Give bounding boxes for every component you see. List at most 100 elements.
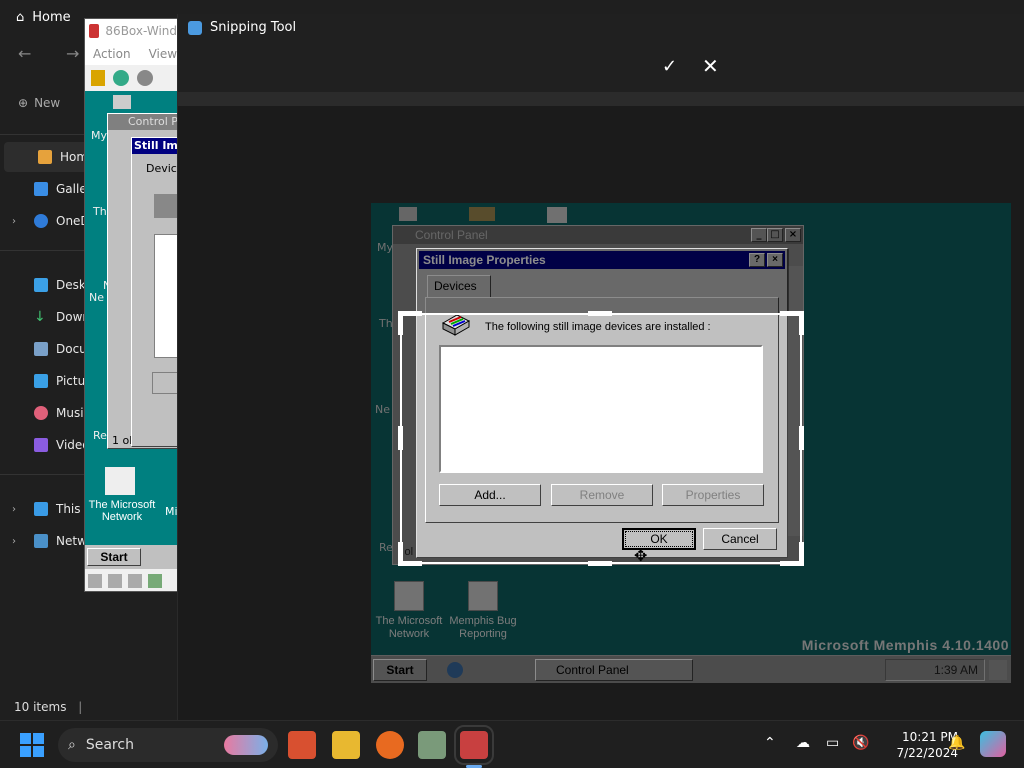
captured-vm-screen[interactable]: My Th Ne R Re Control Panel _ □ × l ol T… <box>371 203 1011 683</box>
network-off-icon[interactable]: ☁ <box>796 735 810 751</box>
sidebar-item-this-pc[interactable]: › This P <box>0 494 90 524</box>
status-separator: | <box>78 700 83 714</box>
close-button[interactable]: × <box>785 228 801 242</box>
pause-icon[interactable] <box>91 70 105 86</box>
my-computer-icon[interactable] <box>399 207 417 221</box>
firefox-icon[interactable] <box>376 731 404 759</box>
bug-report-icon <box>468 581 498 611</box>
desktop-text: My <box>91 129 108 142</box>
selection-handle[interactable] <box>398 542 403 566</box>
device-list[interactable] <box>439 345 763 473</box>
cancel-button[interactable]: Cancel <box>703 528 777 550</box>
still-image-mini-title: Still Ima <box>132 138 177 154</box>
network-icon <box>34 534 48 548</box>
menu-item-action[interactable]: Action <box>93 47 131 61</box>
control-panel-title: Control Panel <box>393 226 803 244</box>
reset-icon[interactable] <box>113 70 129 86</box>
back-icon[interactable]: ← <box>18 44 31 63</box>
86box-title: 86Box-Wind <box>105 24 177 38</box>
86box-window[interactable]: 86Box-Wind Action View My Th N Ne R Re C… <box>84 18 178 592</box>
add-button[interactable]: Add... <box>439 484 541 506</box>
devices-tab-mini[interactable]: Device <box>132 154 177 175</box>
desktop-text: Mi <box>165 505 178 518</box>
my-computer-icon[interactable] <box>113 95 131 109</box>
new-button[interactable]: ⊕ New <box>18 96 60 110</box>
explorer-tab[interactable]: ⌂ Home <box>0 0 90 34</box>
taskbar-app-icon[interactable] <box>288 731 316 759</box>
this-pc-icon <box>34 502 48 516</box>
snipping-tool-icon[interactable] <box>454 725 494 765</box>
scrollbar[interactable] <box>787 266 803 536</box>
sidebar-item-onedrive[interactable]: › OneD <box>0 206 90 236</box>
maximize-button[interactable]: □ <box>767 228 783 242</box>
properties-button[interactable]: Properties <box>662 484 764 506</box>
chevron-up-icon[interactable]: ⌃ <box>764 735 776 751</box>
remove-button[interactable]: Remove <box>551 484 653 506</box>
forward-icon[interactable]: → <box>66 44 79 63</box>
divider <box>0 474 90 475</box>
sidebar-item-home[interactable]: Home <box>4 142 90 172</box>
minimize-button[interactable]: _ <box>751 228 767 242</box>
taskbar-clock[interactable]: 10:21 PM 7/22/2024 <box>868 729 958 761</box>
drive-icon[interactable] <box>108 574 122 588</box>
sidebar-item-label: Docu <box>56 342 87 356</box>
volume-mute-icon[interactable]: 🔇 <box>852 735 869 751</box>
network-icon[interactable] <box>547 207 567 223</box>
button-mini[interactable] <box>152 372 177 394</box>
selection-handle[interactable] <box>799 311 804 335</box>
86box-vm-screen[interactable]: My Th N Ne R Re Control P 1 ol Still Ima… <box>85 91 178 569</box>
sidebar-item-music[interactable]: Music <box>0 398 90 428</box>
pictures-icon <box>34 374 48 388</box>
still-image-mini[interactable]: Still Ima Device <box>131 137 177 447</box>
close-icon[interactable]: ✕ <box>702 54 719 78</box>
taskbar-search[interactable]: ⌕ Search <box>58 728 278 762</box>
power-icon[interactable] <box>137 70 153 86</box>
sidebar-item-documents[interactable]: Docu <box>0 334 90 364</box>
86box-icon[interactable] <box>418 731 446 759</box>
selection-handle[interactable] <box>799 426 804 450</box>
cd-icon[interactable] <box>128 574 142 588</box>
start-button[interactable]: Start <box>87 548 141 566</box>
desktop-icon-msn[interactable]: The Microsoft Network <box>371 581 449 641</box>
menu-item-view[interactable]: View <box>149 47 177 61</box>
chevron-right-icon[interactable]: › <box>12 536 16 547</box>
86box-toolbar <box>85 65 177 91</box>
86box-app-icon <box>89 24 100 38</box>
selection-handle[interactable] <box>398 426 403 450</box>
internet-explorer-icon[interactable] <box>447 662 463 678</box>
desktop-icon <box>34 278 48 292</box>
sidebar-item-network[interactable]: › Netw <box>0 526 90 556</box>
desktop-icon-bug-reporting[interactable]: Memphis Bug Reporting <box>443 581 523 641</box>
selection-handle[interactable] <box>588 561 612 566</box>
selection-handle[interactable] <box>799 542 804 566</box>
chevron-right-icon[interactable]: › <box>12 216 16 227</box>
notification-bell-icon[interactable]: 🔔 <box>948 735 965 751</box>
divider <box>0 250 90 251</box>
selection-handle[interactable] <box>398 311 403 335</box>
sidebar-item-downloads[interactable]: ↓ Down <box>0 302 90 332</box>
vm-taskbar: Start Control Panel 1:39 AM <box>371 655 1011 683</box>
still-image-properties-dialog[interactable]: Still Image Properties ? × Devices The f… <box>416 248 789 558</box>
chevron-right-icon[interactable]: › <box>12 504 16 515</box>
my-documents-icon[interactable] <box>469 207 495 221</box>
file-explorer-icon[interactable] <box>332 731 360 759</box>
taskbar-task-control-panel[interactable]: Control Panel <box>535 659 693 681</box>
display-icon[interactable]: ▭ <box>826 735 839 751</box>
sidebar-item-gallery[interactable]: Galler <box>0 174 90 204</box>
drive-icon[interactable] <box>88 574 102 588</box>
copilot-icon[interactable] <box>980 731 1006 757</box>
network-icon[interactable] <box>148 574 162 588</box>
windows-start-icon[interactable] <box>20 733 44 757</box>
sidebar-item-videos[interactable]: Video <box>0 430 90 460</box>
sidebar-item-pictures[interactable]: Pictur <box>0 366 90 396</box>
sidebar-item-desktop[interactable]: Deskt <box>0 270 90 300</box>
device-list-mini[interactable] <box>154 234 177 358</box>
resize-grip-icon[interactable] <box>989 660 1007 680</box>
selection-handle[interactable] <box>588 311 612 316</box>
confirm-check-icon[interactable]: ✓ <box>662 56 677 77</box>
desktop-text: Ne <box>89 291 104 304</box>
snipping-tool-strip <box>178 92 1024 106</box>
start-button[interactable]: Start <box>373 659 427 681</box>
control-panel-mini-title: Control P <box>108 114 177 130</box>
86box-title-bar[interactable]: 86Box-Wind <box>85 19 177 43</box>
